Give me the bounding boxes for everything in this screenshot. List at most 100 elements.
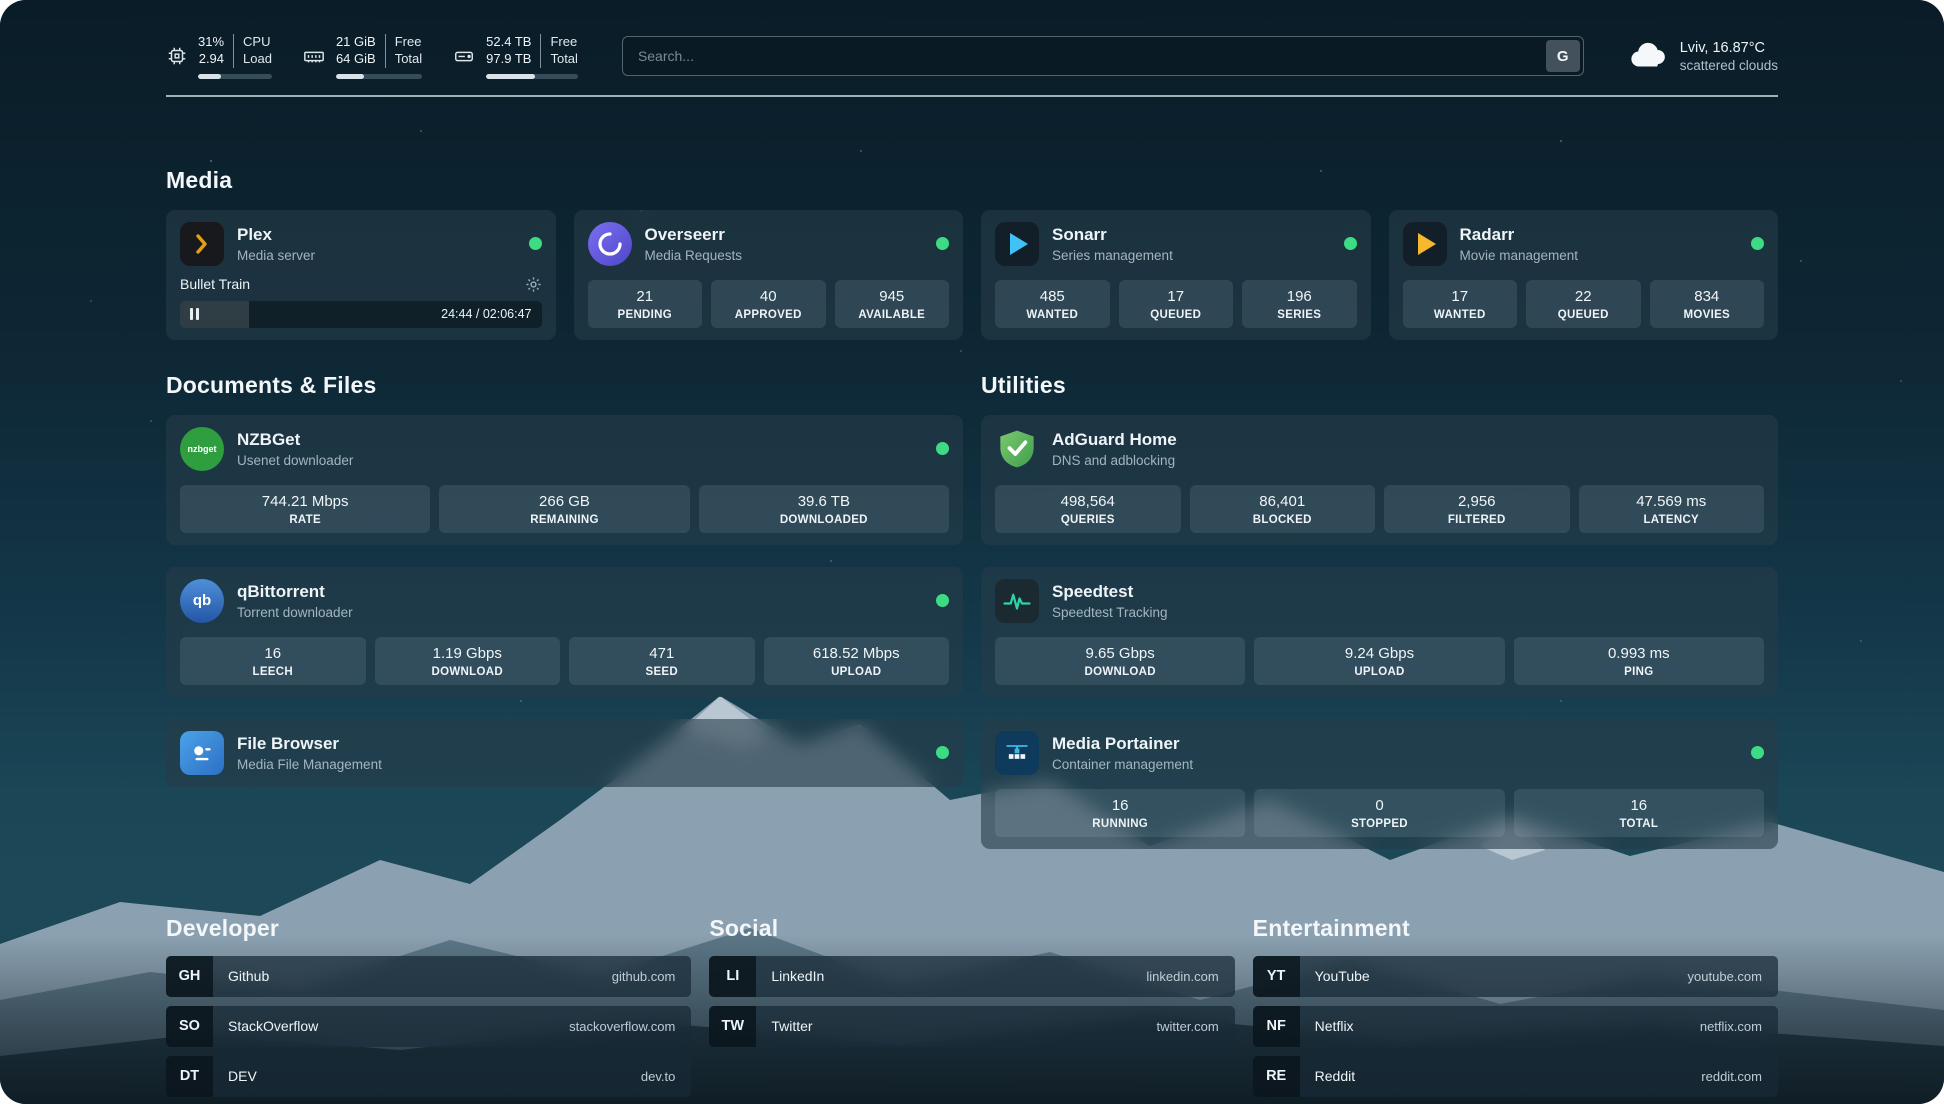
stat-latency: 47.569 msLATENCY [1579, 485, 1765, 533]
nzbget-icon: nzbget [180, 427, 224, 471]
disk-free: 52.4 TB [486, 34, 531, 51]
stat-download: 1.19 GbpsDOWNLOAD [375, 637, 561, 685]
search-input[interactable] [626, 48, 1546, 64]
bookmark-name: Twitter [771, 1018, 812, 1034]
ram-free: 21 GiB [336, 34, 376, 51]
adguard-icon [995, 427, 1039, 471]
disk-total: 97.9 TB [486, 51, 531, 68]
cpu-usage-bar [198, 74, 272, 79]
bookmark-reddit[interactable]: RE Reddit reddit.com [1253, 1056, 1778, 1097]
status-online-dot [1751, 746, 1764, 759]
bookmark-name: StackOverflow [228, 1018, 318, 1034]
app-card-plex[interactable]: Plex Media server Bullet Train [166, 210, 556, 340]
bookmark-url: youtube.com [1688, 969, 1762, 984]
status-online-dot [936, 594, 949, 607]
bookmark-url: linkedin.com [1146, 969, 1218, 984]
app-name: AdGuard Home [1052, 430, 1177, 450]
app-card-speedtest[interactable]: Speedtest Speedtest Tracking 9.65 GbpsDO… [981, 567, 1778, 697]
cpu-chip-icon [166, 45, 188, 67]
top-bar: 31% 2.94 CPU Load [166, 34, 1778, 79]
app-card-adguard[interactable]: AdGuard Home DNS and adblocking 498,564Q… [981, 415, 1778, 545]
status-online-dot [936, 746, 949, 759]
bookmark-dev[interactable]: DT DEV dev.to [166, 1056, 691, 1097]
bookmark-abbr: DT [166, 1056, 213, 1097]
playback-progress-bar[interactable]: 24:44 / 02:06:47 [180, 301, 542, 328]
stat-seed: 471SEED [569, 637, 755, 685]
bookmark-name: YouTube [1315, 968, 1370, 984]
bookmark-url: twitter.com [1157, 1019, 1219, 1034]
app-name: NZBGet [237, 430, 353, 450]
bookmark-abbr: NF [1253, 1006, 1300, 1047]
portainer-icon [995, 731, 1039, 775]
bookmark-abbr: SO [166, 1006, 213, 1047]
app-name: qBittorrent [237, 582, 353, 602]
app-name: Speedtest [1052, 582, 1168, 602]
cpu-label-top: CPU [243, 34, 270, 51]
stat-rate: 744.21 MbpsRATE [180, 485, 430, 533]
cpu-metric: 31% 2.94 CPU Load [166, 34, 272, 79]
disk-label-bottom: Total [550, 51, 577, 68]
sonarr-icon [995, 222, 1039, 266]
app-name: Radarr [1460, 225, 1579, 245]
stat-downloaded: 39.6 TBDOWNLOADED [699, 485, 949, 533]
cpu-label-bottom: Load [243, 51, 272, 68]
metric-divider [540, 34, 541, 68]
disk-usage-bar [486, 74, 578, 79]
ram-label-bottom: Total [395, 51, 422, 68]
stat-approved: 40APPROVED [711, 280, 826, 328]
weather-location: Lviv, 16.87°C [1680, 40, 1778, 56]
stat-filtered: 2,956FILTERED [1384, 485, 1570, 533]
bookmark-abbr: LI [709, 956, 756, 997]
disk-label-top: Free [550, 34, 577, 51]
bookmark-url: reddit.com [1701, 1069, 1762, 1084]
app-card-nzbget[interactable]: nzbget NZBGet Usenet downloader 744.21 M… [166, 415, 963, 545]
section-title-utilities: Utilities [981, 372, 1778, 399]
app-card-portainer[interactable]: Media Portainer Container management 16R… [981, 719, 1778, 849]
app-subtitle: DNS and adblocking [1052, 453, 1177, 468]
app-card-qbittorrent[interactable]: qb qBittorrent Torrent downloader 16LEEC… [166, 567, 963, 697]
section-title-entertainment: Entertainment [1253, 915, 1778, 942]
pause-icon[interactable] [190, 308, 199, 320]
speedtest-icon [995, 579, 1039, 623]
app-name: Plex [237, 225, 315, 245]
bookmark-stackoverflow[interactable]: SO StackOverflow stackoverflow.com [166, 1006, 691, 1047]
system-metrics: 31% 2.94 CPU Load [166, 34, 578, 79]
app-subtitle: Movie management [1460, 248, 1579, 263]
media-card-grid: Plex Media server Bullet Train [166, 210, 1778, 340]
stat-running: 16RUNNING [995, 789, 1245, 837]
app-subtitle: Speedtest Tracking [1052, 605, 1168, 620]
qbittorrent-icon: qb [180, 579, 224, 623]
app-card-filebrowser[interactable]: File Browser Media File Management [166, 719, 963, 787]
filebrowser-icon [180, 731, 224, 775]
stat-queued: 22QUEUED [1526, 280, 1641, 328]
app-subtitle: Series management [1052, 248, 1173, 263]
weather-widget[interactable]: Lviv, 16.87°C scattered clouds [1628, 39, 1778, 74]
bookmark-github[interactable]: GH Github github.com [166, 956, 691, 997]
app-card-overseerr[interactable]: Overseerr Media Requests 21PENDING 40APP… [574, 210, 964, 340]
cpu-load: 2.94 [199, 51, 224, 68]
dashboard: 31% 2.94 CPU Load [0, 0, 1944, 1104]
cloud-icon [1628, 39, 1668, 74]
gear-icon[interactable] [525, 276, 542, 293]
bookmark-abbr: YT [1253, 956, 1300, 997]
bookmark-netflix[interactable]: NF Netflix netflix.com [1253, 1006, 1778, 1047]
app-card-sonarr[interactable]: Sonarr Series management 485WANTED 17QUE… [981, 210, 1371, 340]
disk-metric: 52.4 TB 97.9 TB Free Total [452, 34, 578, 79]
app-subtitle: Media server [237, 248, 315, 263]
stat-total: 16TOTAL [1514, 789, 1764, 837]
app-name: File Browser [237, 734, 382, 754]
bookmark-twitter[interactable]: TW Twitter twitter.com [709, 1006, 1234, 1047]
app-subtitle: Torrent downloader [237, 605, 353, 620]
section-title-social: Social [709, 915, 1234, 942]
plex-icon [180, 222, 224, 266]
bookmark-url: netflix.com [1700, 1019, 1762, 1034]
app-card-radarr[interactable]: Radarr Movie management 17WANTED 22QUEUE… [1389, 210, 1779, 340]
cpu-percent: 31% [198, 34, 224, 51]
ram-label-top: Free [395, 34, 422, 51]
bookmark-linkedin[interactable]: LI LinkedIn linkedin.com [709, 956, 1234, 997]
app-subtitle: Container management [1052, 757, 1193, 772]
status-online-dot [936, 237, 949, 250]
bookmark-youtube[interactable]: YT YouTube youtube.com [1253, 956, 1778, 997]
search-engine-button[interactable]: G [1546, 40, 1580, 72]
weather-condition: scattered clouds [1680, 58, 1778, 73]
